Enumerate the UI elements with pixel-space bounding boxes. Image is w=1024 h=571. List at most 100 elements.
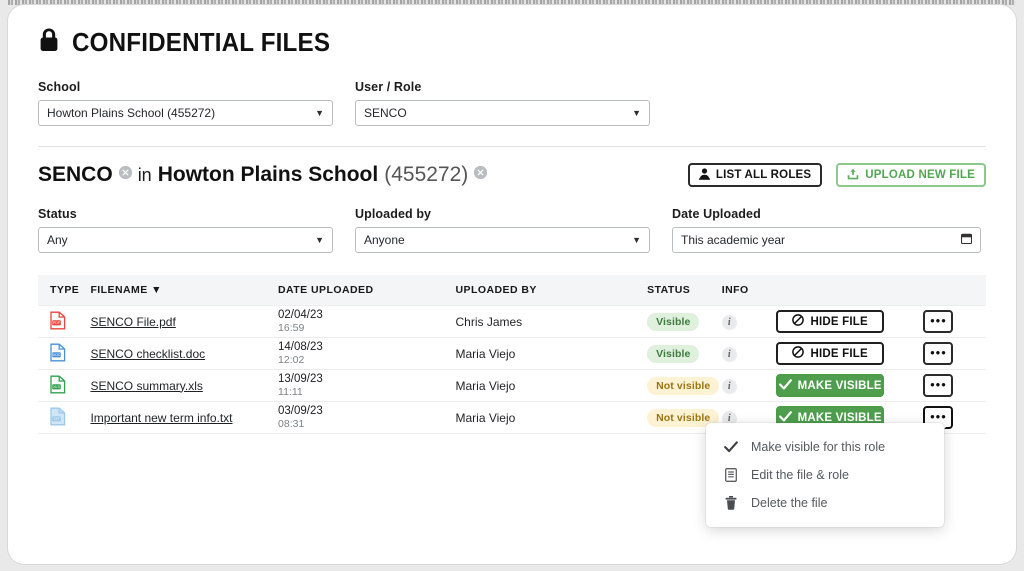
- date-uploaded-label: Date Uploaded: [672, 207, 761, 221]
- menu-item-make-visible[interactable]: Make visible for this role: [706, 433, 944, 461]
- info-icon[interactable]: i: [721, 314, 737, 330]
- school-field: School Howton Plains School (455272) ▼: [38, 80, 333, 126]
- user-role-select-value: SENCO: [364, 106, 407, 120]
- date-uploaded-input[interactable]: This academic year: [672, 227, 981, 253]
- filename-cell: SENCO summary.xls: [90, 369, 279, 402]
- more-options-button[interactable]: •••: [923, 374, 954, 397]
- menu-item-delete-file[interactable]: Delete the file: [706, 489, 944, 517]
- upload-time: 12:02: [278, 354, 305, 366]
- row-context-menu: Make visible for this role Edit the file…: [706, 423, 944, 527]
- more-options-button[interactable]: •••: [923, 310, 954, 333]
- status-label: Status: [38, 207, 77, 221]
- uploaded-by-select[interactable]: Anyone ▼: [355, 227, 650, 253]
- uploaded-by-select-value: Anyone: [364, 233, 405, 247]
- status-select[interactable]: Any ▼: [38, 227, 333, 253]
- action-label: MAKE VISIBLE: [797, 411, 882, 424]
- menu-item-edit-file[interactable]: Edit the file & role: [706, 461, 944, 489]
- column-date-uploaded: DATE UPLOADED: [278, 275, 456, 306]
- action-label: MAKE VISIBLE: [797, 379, 882, 392]
- menu-item-make-visible-label: Make visible for this role: [751, 440, 886, 454]
- hide-file-button[interactable]: HIDE FILE: [776, 342, 885, 365]
- menu-item-delete-file-label: Delete the file: [751, 496, 828, 510]
- list-all-roles-button[interactable]: LIST ALL ROLES: [687, 163, 823, 187]
- column-filename-label: FILENAME: [90, 284, 148, 296]
- school-number: (455272): [384, 163, 469, 186]
- list-all-roles-label: LIST ALL ROLES: [715, 169, 812, 181]
- svg-text:PDF: PDF: [53, 321, 61, 325]
- status-badge: Visible: [647, 344, 700, 363]
- upload-icon: [847, 168, 859, 183]
- school-select-value: Howton Plains School (455272): [47, 106, 216, 120]
- person-icon: [698, 167, 710, 183]
- date-cell: 02/04/23 16:59: [278, 305, 456, 338]
- chevron-down-icon: ▼: [632, 235, 641, 245]
- info-icon[interactable]: i: [721, 378, 737, 394]
- uploaded-by-cell: Maria Viejo: [455, 369, 648, 402]
- file-type-cell: XLS: [38, 369, 91, 402]
- status-cell: Visible: [647, 337, 722, 370]
- info-icon[interactable]: i: [721, 346, 737, 362]
- top-filter-bar: School Howton Plains School (455272) ▼ U…: [38, 80, 986, 126]
- make-visible-button[interactable]: MAKE VISIBLE: [776, 374, 885, 397]
- status-cell: Visible: [647, 305, 722, 338]
- uploader-name: Maria Viejo: [455, 410, 516, 425]
- filename-cell: Important new term info.txt: [90, 401, 279, 434]
- action-label: HIDE FILE: [810, 347, 868, 360]
- uploaded-by-field: Uploaded by Anyone ▼: [355, 207, 650, 253]
- date-cell: 03/09/23 08:31: [278, 401, 456, 434]
- status-cell: Not visible: [647, 369, 722, 402]
- svg-text:TXT: TXT: [53, 417, 61, 421]
- user-role-select[interactable]: SENCO ▼: [355, 100, 650, 126]
- column-filename[interactable]: FILENAME ▼: [90, 275, 279, 306]
- action-cell: HIDE FILE: [776, 305, 924, 338]
- upload-new-file-button[interactable]: UPLOAD NEW FILE: [836, 163, 986, 187]
- svg-text:XLS: XLS: [53, 385, 60, 389]
- files-table: TYPE FILENAME ▼ DATE UPLOADED UPLOADED B…: [38, 275, 986, 434]
- pdf-file-icon: PDF: [50, 311, 66, 333]
- chevron-down-icon: ▼: [632, 108, 641, 118]
- options-cell: •••: [923, 305, 986, 338]
- filename-link[interactable]: SENCO summary.xls: [90, 379, 202, 393]
- status-field: Status Any ▼: [38, 207, 333, 253]
- filename-link[interactable]: SENCO checklist.doc: [90, 347, 205, 361]
- role-header-row: SENCO in Howton Plains School (455272) L…: [38, 163, 986, 187]
- uploaded-by-cell: Chris James: [455, 305, 648, 338]
- upload-date: 13/09/23: [278, 373, 323, 385]
- column-status: STATUS: [647, 275, 722, 306]
- school-select[interactable]: Howton Plains School (455272) ▼: [38, 100, 333, 126]
- column-uploaded-by: UPLOADED BY: [455, 275, 648, 306]
- uploaded-by-cell: Maria Viejo: [455, 337, 648, 370]
- column-info: INFO: [721, 275, 777, 306]
- action-cell: MAKE VISIBLE: [776, 369, 924, 402]
- section-divider: [38, 146, 986, 147]
- more-options-button[interactable]: •••: [923, 342, 954, 365]
- school-label: School: [38, 80, 81, 94]
- action-cell: HIDE FILE: [776, 337, 924, 370]
- txt-file-icon: TXT: [50, 407, 66, 429]
- action-label: HIDE FILE: [810, 315, 868, 328]
- table-header-row: TYPE FILENAME ▼ DATE UPLOADED UPLOADED B…: [38, 275, 986, 306]
- upload-time: 11:11: [278, 386, 303, 398]
- calendar-icon[interactable]: [960, 233, 973, 247]
- table-row: XLS SENCO summary.xls 13/09/23 11:11 Maria V…: [38, 369, 986, 402]
- status-badge: Not visible: [647, 376, 720, 395]
- trash-icon: [724, 496, 738, 510]
- filename-link[interactable]: Important new term info.txt: [90, 411, 232, 425]
- role-clear-button[interactable]: [118, 166, 132, 179]
- date-cell: 14/08/23 12:02: [278, 337, 456, 370]
- hide-file-button[interactable]: HIDE FILE: [776, 310, 885, 333]
- block-icon: [792, 314, 805, 329]
- date-cell: 13/09/23 11:11: [278, 369, 456, 402]
- uploader-name: Maria Viejo: [455, 378, 516, 393]
- table-row: PDF SENCO File.pdf 02/04/23 16:59 Chris Jame…: [38, 305, 986, 338]
- uploader-name: Maria Viejo: [455, 346, 516, 361]
- document-edit-icon: [724, 468, 738, 482]
- date-uploaded-value: This academic year: [681, 233, 786, 247]
- filename-link[interactable]: SENCO File.pdf: [90, 315, 175, 329]
- school-clear-button[interactable]: [474, 166, 488, 179]
- menu-item-edit-file-label: Edit the file & role: [751, 468, 849, 482]
- file-type-cell: TXT: [38, 401, 91, 434]
- sort-desc-icon: ▼: [151, 284, 162, 296]
- chevron-down-icon: ▼: [315, 108, 324, 118]
- table-body: PDF SENCO File.pdf 02/04/23 16:59 Chris Jame…: [38, 305, 986, 434]
